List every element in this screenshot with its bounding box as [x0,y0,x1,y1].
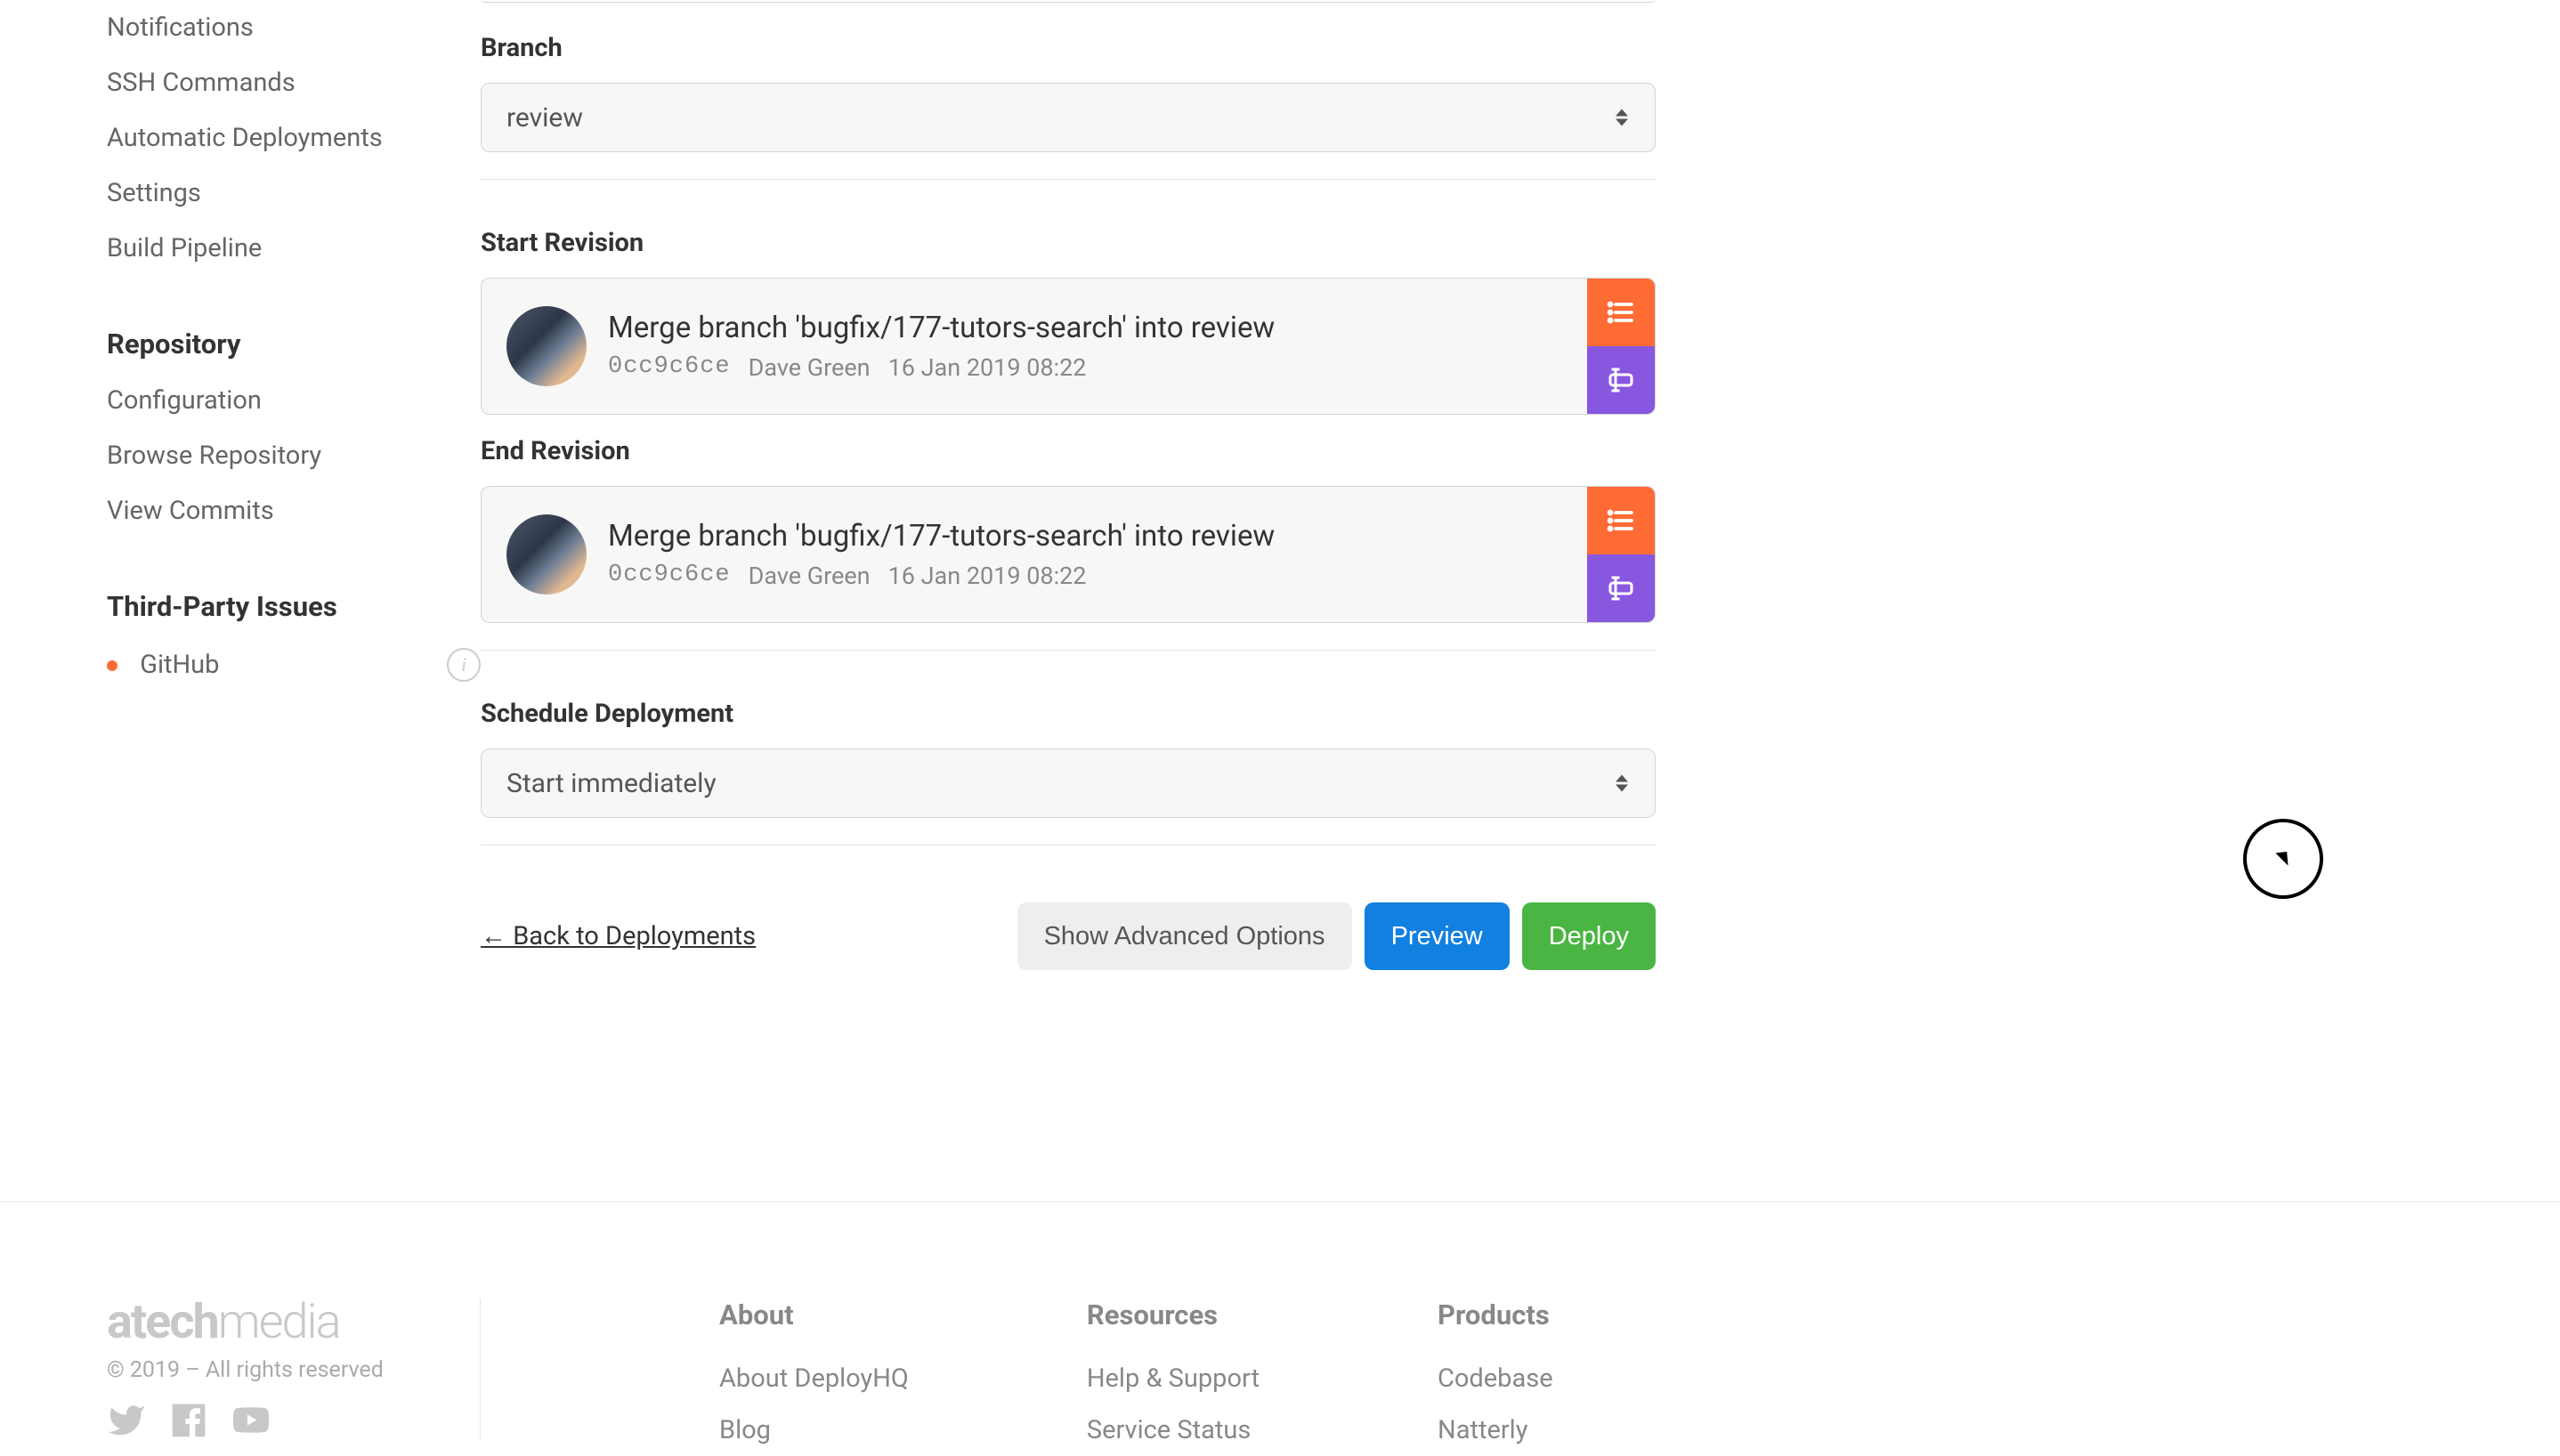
sidebar-item-label: GitHub [140,650,219,680]
schedule-select[interactable]: Start immediately [481,748,1656,818]
footer-link[interactable]: Natterly [1438,1404,1553,1456]
avatar [506,514,587,595]
sidebar-item-settings[interactable]: Settings [107,166,481,221]
footer-heading-resources: Resources [1087,1298,1260,1331]
sidebar: Notifications SSH Commands Automatic Dep… [0,0,481,1201]
end-revision-label: End Revision [481,415,1656,466]
input-cursor-icon [1605,364,1637,396]
sidebar-heading-repository: Repository [107,303,481,373]
commit-hash: 0cc9c6ce [608,353,731,382]
commit-hash: 0cc9c6ce [608,562,731,590]
enter-commit-button[interactable] [1587,554,1655,622]
commit-timestamp: 16 Jan 2019 08:22 [888,562,1087,590]
sidebar-item-configuration[interactable]: Configuration [107,373,481,428]
list-icon [1605,296,1637,328]
footer-link[interactable]: Codebase [1438,1353,1553,1404]
brand-logo: atechmedia [107,1298,462,1347]
deploy-button[interactable]: Deploy [1522,902,1656,970]
list-commits-button[interactable] [1587,487,1655,554]
footer-link[interactable]: Service Status [1087,1404,1260,1456]
schedule-label: Schedule Deployment [481,677,1656,729]
sidebar-item-notifications[interactable]: Notifications [107,0,481,55]
main-content: Branch review Start Revision Merge branc… [481,0,1673,1201]
sidebar-item-browse-repository[interactable]: Browse Repository [107,428,481,483]
sidebar-item-build-pipeline[interactable]: Build Pipeline [107,221,481,276]
list-commits-button[interactable] [1587,279,1655,346]
show-advanced-button[interactable]: Show Advanced Options [1017,902,1352,970]
enter-commit-button[interactable] [1587,346,1655,414]
sidebar-item-view-commits[interactable]: View Commits [107,483,481,538]
input-cursor-icon [1605,572,1637,604]
end-revision-card: Merge branch 'bugfix/177-tutors-search' … [481,486,1656,623]
sidebar-heading-issues: Third-Party Issues [107,565,481,635]
commit-timestamp: 16 Jan 2019 08:22 [888,353,1087,382]
list-icon [1605,505,1637,537]
branch-select[interactable]: review [481,83,1656,152]
footer: atechmedia © 2019 – All rights reserved … [0,1201,2560,1456]
chevron-updown-icon [1616,109,1628,126]
branch-label: Branch [481,3,1656,63]
schedule-select-value: Start immediately [506,768,717,799]
footer-heading-products: Products [1438,1298,1553,1331]
sidebar-item-github[interactable]: GitHub i [107,635,481,694]
youtube-icon[interactable] [231,1401,271,1440]
commit-author: Dave Green [749,562,871,590]
sidebar-item-ssh-commands[interactable]: SSH Commands [107,55,481,110]
sidebar-item-automatic-deployments[interactable]: Automatic Deployments [107,110,481,166]
avatar [506,306,587,386]
commit-message: Merge branch 'bugfix/177-tutors-search' … [608,311,1562,346]
back-link[interactable]: ← Back to Deployments [481,921,756,951]
chevron-updown-icon [1616,775,1628,792]
commit-author: Dave Green [749,353,871,382]
commit-message: Merge branch 'bugfix/177-tutors-search' … [608,519,1562,554]
info-icon[interactable]: i [447,648,481,682]
footer-link[interactable]: About DeployHQ [719,1353,909,1404]
preview-button[interactable]: Preview [1365,902,1510,970]
status-dot-icon [107,660,117,671]
twitter-icon[interactable] [107,1401,146,1440]
facebook-icon[interactable] [169,1401,208,1440]
copyright: © 2019 – All rights reserved [107,1357,462,1383]
footer-link[interactable]: Blog [719,1404,909,1456]
branch-select-value: review [506,102,583,133]
footer-heading-about: About [719,1298,909,1331]
start-revision-label: Start Revision [481,206,1656,258]
footer-link[interactable]: Help & Support [1087,1353,1260,1404]
start-revision-card: Merge branch 'bugfix/177-tutors-search' … [481,278,1656,415]
